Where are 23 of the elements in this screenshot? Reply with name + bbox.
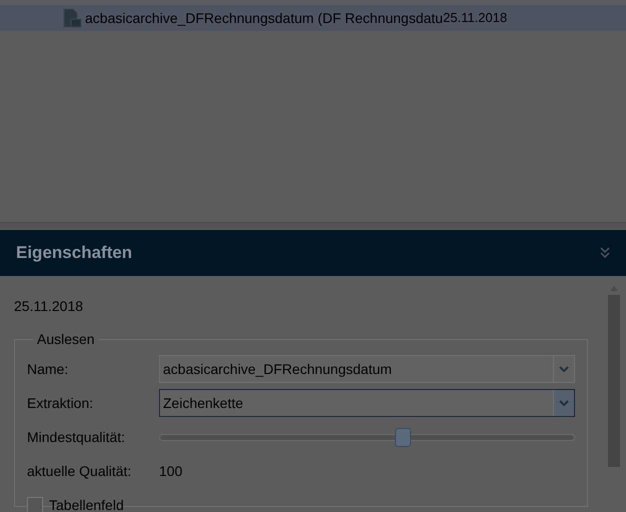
chevron-down-icon [559, 400, 569, 406]
file-name: acbasicarchive_DFRechnungsdatum (DF Rechnungsdatu [85, 8, 443, 28]
checkbox-label: Tabellenfeld [49, 496, 124, 512]
field-label: aktuelle Qualität: [27, 462, 132, 481]
dropdown[interactable]: acbasicarchive_DFRechnungsdatum [159, 355, 575, 383]
checkbox[interactable] [27, 497, 43, 512]
date-heading: 25.11.2018 [14, 297, 84, 316]
quality-value: 100 [159, 462, 182, 480]
field-label: Name: [27, 360, 70, 378]
dropdown[interactable]: Zeichenkette [159, 389, 575, 417]
field-label: Mindestqualität: [27, 428, 126, 447]
field-label: Extraktion: [27, 394, 94, 412]
slider-thumb[interactable] [394, 428, 411, 446]
collapse-icon[interactable] [600, 247, 610, 259]
slider[interactable] [159, 428, 575, 446]
scrollbar-thumb[interactable] [608, 295, 620, 467]
list-row[interactable]: acbasicarchive_DFRechnungsdatum (DF Rechnungsdatu25.11.2018 [0, 5, 626, 31]
chevron-down-icon [559, 366, 569, 372]
group-title: Auslesen [36, 330, 96, 349]
splitter[interactable] [0, 222, 626, 230]
file-date: 25.11.2018 [443, 9, 508, 28]
panel-title: Eigenschaften [16, 242, 132, 264]
document-icon [62, 8, 82, 28]
